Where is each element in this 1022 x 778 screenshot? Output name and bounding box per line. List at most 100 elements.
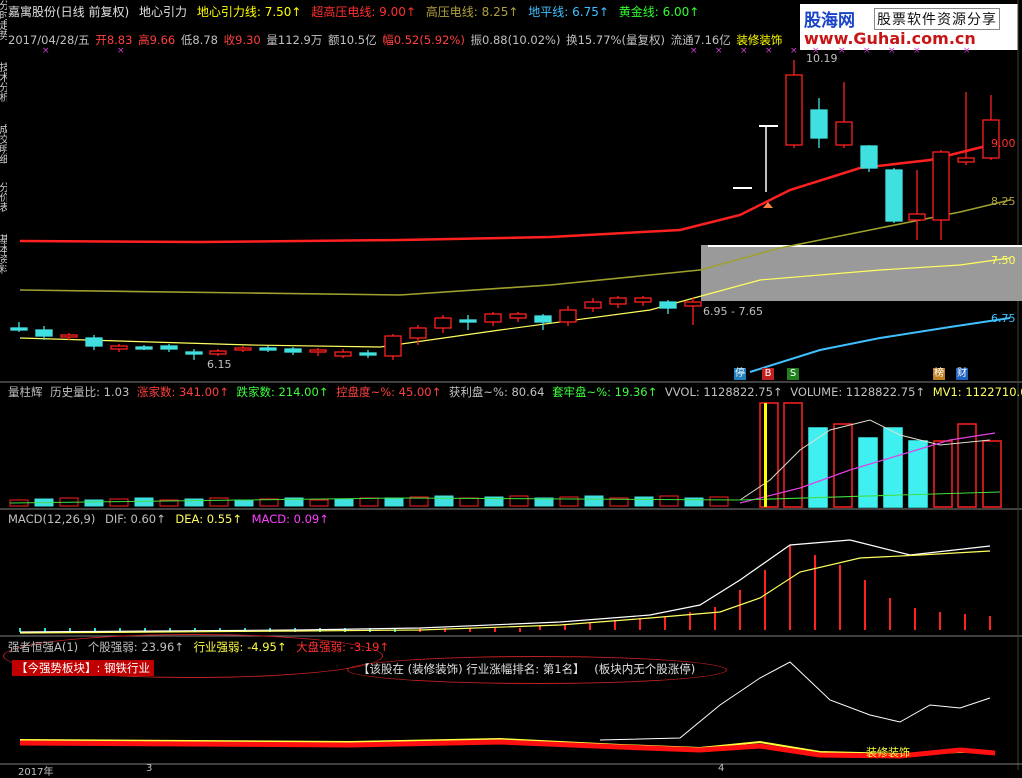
- svg-text:×: ×: [690, 46, 698, 56]
- stop-badge[interactable]: 停: [734, 368, 746, 380]
- high-value: 8.25: [991, 195, 1016, 208]
- candle-body: [409, 327, 427, 339]
- candle-body: [534, 315, 552, 323]
- gravity-line: [19, 257, 1011, 348]
- volume-bar: [559, 496, 579, 507]
- strength-panel-name[interactable]: 强者恒强A(1): [8, 640, 78, 654]
- candle-body: [932, 151, 950, 221]
- candle-body: [835, 121, 853, 146]
- stock-strength: 个股强弱: 23.96↑: [87, 640, 184, 654]
- mv1: MV1: 1122710.00: [932, 385, 1022, 399]
- svg-text:×: ×: [888, 46, 896, 56]
- ultra-high-value: 9.00: [991, 137, 1016, 150]
- vvol: VVOL: 1128822.75↑: [664, 385, 783, 399]
- industry-strength: 行业强弱: -4.95↑: [193, 640, 287, 654]
- volume-bar: [808, 427, 828, 508]
- svg-text:×: ×: [765, 46, 773, 56]
- candle-body: [60, 334, 78, 338]
- candle-body: [785, 74, 803, 146]
- volume-bar: [234, 499, 254, 507]
- candle-body: [110, 345, 128, 350]
- industry-rank-text: 【该股在 (装修装饰) 行业涨幅排名: 第1名】: [358, 662, 585, 676]
- volume-bar: [709, 496, 729, 507]
- dea-line: [19, 550, 991, 634]
- limit-up-note: (板块内无个股涨停): [594, 662, 696, 676]
- candle-body: [85, 337, 103, 347]
- volume-bar: [982, 440, 1002, 508]
- range-label: 6.95 - 7.65: [703, 305, 763, 318]
- candle-body: [384, 335, 402, 357]
- macd-bars: [19, 545, 991, 632]
- candle-body: [509, 313, 527, 319]
- macd-panel-name[interactable]: MACD(12,26,9): [8, 512, 95, 526]
- gravity-value: 7.50: [991, 254, 1016, 267]
- candle-body: [35, 329, 53, 337]
- volume-bar: [459, 497, 479, 507]
- today-strong-sector: 【今强势板块】: 钢铁行业: [12, 660, 155, 676]
- vol-panel-name[interactable]: 量柱辉: [8, 385, 43, 399]
- volume-bar: [509, 495, 529, 507]
- candle-body: [209, 350, 227, 355]
- svg-text:×: ×: [963, 46, 971, 56]
- horizon-value: 6.75: [991, 312, 1016, 325]
- candle-body: [885, 169, 903, 222]
- volume-bar: [659, 495, 679, 507]
- dea-value: DEA: 0.55↑: [175, 512, 242, 526]
- svg-text:×: ×: [863, 46, 871, 56]
- low-price-label: 6.15: [207, 358, 232, 371]
- candle-body: [609, 297, 627, 305]
- volume-bar: [334, 498, 354, 507]
- svg-text:×: ×: [790, 46, 798, 56]
- candle-body: [908, 213, 926, 221]
- axis-month-4: 4: [718, 763, 725, 774]
- candle-body: [334, 351, 352, 357]
- trapped-ratio: 套牢盘~%: 19.36↑: [552, 385, 658, 399]
- volume-bar: [309, 499, 329, 507]
- candle-body: [584, 301, 602, 309]
- volume-panel-header: 量柱辉 历史量比: 1.03 涨家数: 341.00↑ 跌家数: 214.00↑…: [8, 384, 1022, 400]
- volume-bar: [109, 498, 129, 507]
- candle-body: [359, 352, 377, 356]
- hist-ratio: 历史量比: 1.03: [50, 385, 130, 399]
- fin-badge[interactable]: 财: [956, 368, 968, 380]
- volume-bar: [184, 498, 204, 507]
- svg-text:×: ×: [740, 46, 748, 56]
- sector-tag: 装修装饰: [866, 746, 910, 759]
- macd-panel-header: MACD(12,26,9) DIF: 0.60↑ DEA: 0.55↑ MACD…: [8, 511, 335, 527]
- candle-body: [10, 327, 28, 331]
- up-count: 涨家数: 341.00↑: [136, 385, 229, 399]
- candle-body: [234, 347, 252, 351]
- volume-bar: [209, 497, 229, 507]
- volume-value: VOLUME: 1128822.75↑: [790, 385, 926, 399]
- candle-body: [135, 346, 153, 350]
- candle-body: [659, 301, 677, 309]
- ultra-high-line: [19, 143, 991, 244]
- candle-body: [160, 345, 178, 350]
- volume-bar: [359, 497, 379, 507]
- svg-text:×: ×: [715, 46, 723, 56]
- volume-bars: [9, 402, 1002, 508]
- volume-bar: [759, 402, 779, 508]
- svg-text:×: ×: [117, 46, 125, 56]
- price-zone-box: [701, 245, 1022, 301]
- candle-body: [634, 297, 652, 303]
- volume-bar: [833, 423, 853, 508]
- candle-body: [259, 347, 277, 351]
- volume-bar: [134, 497, 154, 507]
- candle-body: [434, 317, 452, 329]
- volume-bar: [434, 495, 454, 507]
- candle-body: [459, 319, 477, 323]
- candlesticks: [10, 60, 1000, 360]
- volume-bar: [933, 440, 953, 508]
- profit-ratio: 获利盘~%: 80.64: [448, 385, 545, 399]
- high-price-label: 10.19: [806, 52, 838, 65]
- market-strength-line: [19, 739, 996, 759]
- candle-body: [684, 301, 702, 307]
- candle-body: [185, 351, 203, 355]
- rank-badge[interactable]: 榜: [933, 368, 945, 380]
- buy-badge[interactable]: B: [762, 368, 774, 380]
- axis-month-3: 3: [146, 763, 153, 774]
- sell-badge[interactable]: S: [787, 368, 799, 380]
- candle-body: [284, 348, 302, 353]
- candle-body: [957, 157, 975, 163]
